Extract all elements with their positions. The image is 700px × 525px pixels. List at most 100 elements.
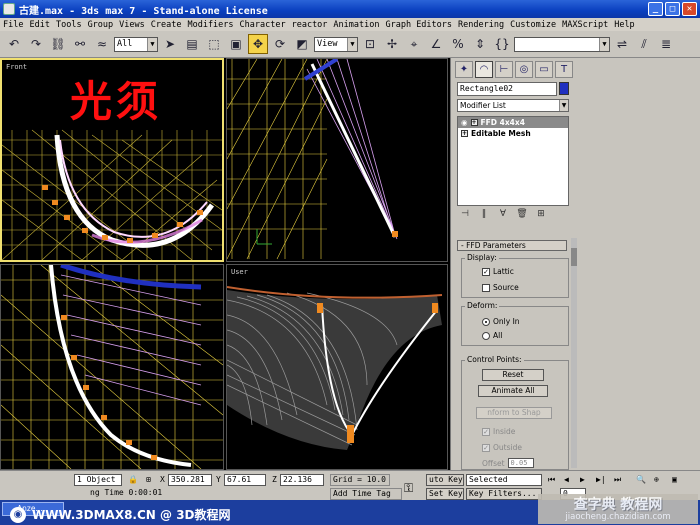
all-radio[interactable]: All	[482, 331, 502, 340]
animate-all-button[interactable]: Animate All	[478, 385, 548, 397]
maximize-button[interactable]: □	[665, 2, 680, 16]
pin-stack-icon[interactable]: ⊣	[457, 209, 473, 223]
prev-frame-icon[interactable]: ◀	[564, 475, 569, 484]
display-tab-icon[interactable]: ▭	[535, 61, 553, 78]
lock-selection-icon[interactable]: 🔒	[128, 475, 138, 484]
expand-icon[interactable]: +	[461, 130, 468, 137]
menu-tools[interactable]: Tools	[53, 20, 85, 30]
rect-selection-icon[interactable]: ⬚	[204, 34, 224, 54]
object-name-field[interactable]: Rectangle02	[457, 82, 557, 96]
viewport-top-right[interactable]	[226, 58, 448, 262]
menu-reactor[interactable]: reactor	[289, 20, 331, 30]
set-key-button[interactable]: Set Key	[426, 488, 464, 500]
zoom-icon[interactable]: 🔍	[636, 475, 646, 484]
offset-spinner[interactable]: Offset 0.05	[482, 458, 534, 468]
ffd-parameters-rollout[interactable]: - FFD Parameters	[457, 240, 567, 251]
create-tab-icon[interactable]: ✦	[455, 61, 473, 78]
menu-help[interactable]: Help	[611, 20, 637, 30]
key-mode-dropdown[interactable]: Selected	[466, 474, 542, 486]
zoom-extents-icon[interactable]: ▣	[672, 475, 677, 484]
percent-snap-icon[interactable]: %	[448, 34, 468, 54]
menu-edit[interactable]: Edit	[26, 20, 52, 30]
outside-check-icon[interactable]: ✓	[482, 443, 490, 452]
menu-rendering[interactable]: Rendering	[455, 20, 507, 30]
source-check-icon[interactable]	[482, 283, 490, 292]
abs-mode-icon[interactable]: ⊞	[146, 475, 151, 484]
menu-group[interactable]: Group	[85, 20, 117, 30]
lattice-check-icon[interactable]: ✓	[482, 267, 490, 276]
angle-snap-icon[interactable]: ∠	[426, 34, 446, 54]
x-coord-field[interactable]: 350.281	[168, 474, 212, 486]
next-frame-icon[interactable]: ▶|	[596, 475, 606, 484]
viewport-front[interactable]: Front 光须	[0, 58, 224, 262]
all-radio-icon[interactable]	[482, 331, 490, 340]
menu-modifiers[interactable]: Modifiers	[184, 20, 236, 30]
menu-graph-editors[interactable]: Graph Editors	[382, 20, 455, 30]
undo-icon[interactable]: ↶	[4, 34, 24, 54]
y-coord-field[interactable]: 67.61	[224, 474, 266, 486]
snap-3d-icon[interactable]: ⌖	[404, 34, 424, 54]
redo-icon[interactable]: ↷	[26, 34, 46, 54]
link-icon[interactable]: ⛓	[48, 34, 68, 54]
lattice-checkbox[interactable]: ✓ Lattic	[482, 267, 514, 276]
show-end-result-icon[interactable]: ‖	[476, 209, 492, 223]
viewport-bottom-left[interactable]	[0, 264, 224, 470]
window-crossing-icon[interactable]: ▣	[226, 34, 246, 54]
only-in-radio-icon[interactable]	[482, 317, 490, 326]
ref-coord-dropdown[interactable]: View ▼	[314, 36, 358, 52]
outside-checkbox[interactable]: ✓ Outside	[482, 443, 522, 452]
utilities-tab-icon[interactable]: T	[555, 61, 573, 78]
select-rotate-icon[interactable]: ⟳	[270, 34, 290, 54]
unlink-icon[interactable]: ⚯	[70, 34, 90, 54]
panel-scrollbar[interactable]	[571, 238, 577, 468]
auto-key-button[interactable]: uto Key	[426, 474, 464, 486]
remove-modifier-icon[interactable]: 🗑	[514, 209, 530, 223]
viewport-perspective[interactable]: User	[226, 264, 448, 470]
minimize-button[interactable]: _	[648, 2, 663, 16]
configure-sets-icon[interactable]: ⊞	[533, 209, 549, 223]
select-manipulate-icon[interactable]: ✢	[382, 34, 402, 54]
layer-manager-icon[interactable]: ≣	[656, 34, 676, 54]
source-checkbox[interactable]: Source	[482, 283, 519, 292]
modifier-list-dropdown[interactable]: Modifier List ▼	[457, 99, 569, 112]
named-selection-icon[interactable]: {}	[492, 34, 512, 54]
panel-scroll-thumb[interactable]	[571, 248, 577, 266]
goto-start-icon[interactable]: ⏮	[548, 475, 555, 485]
menu-character[interactable]: Character	[237, 20, 289, 30]
spinner-snap-icon[interactable]: ⇕	[470, 34, 490, 54]
key-filters-button[interactable]: Key Filters...	[466, 488, 542, 500]
menu-maxscript[interactable]: MAXScript	[559, 20, 611, 30]
menu-animation[interactable]: Animation	[330, 20, 382, 30]
light-bulb-icon[interactable]: ◉	[461, 117, 468, 128]
modify-tab-icon[interactable]: ◠	[475, 61, 493, 78]
conform-to-shape-button[interactable]: nform to Shap	[476, 407, 552, 419]
key-icon[interactable]: ⚿	[404, 481, 413, 496]
menu-customize[interactable]: Customize	[507, 20, 559, 30]
mirror-icon[interactable]: ⇌	[612, 34, 632, 54]
add-time-tag[interactable]: Add Time Tag	[330, 488, 402, 500]
align-icon[interactable]: ⫽	[634, 34, 654, 54]
only-in-radio[interactable]: Only In	[482, 317, 520, 326]
stack-item-editable-mesh[interactable]: + Editable Mesh	[458, 128, 568, 139]
hierarchy-tab-icon[interactable]: ⊢	[495, 61, 513, 78]
named-selection-dropdown[interactable]: ▼	[514, 36, 610, 52]
select-by-name-icon[interactable]: ▤	[182, 34, 202, 54]
close-button[interactable]: ✕	[682, 2, 697, 16]
app-icon[interactable]	[3, 3, 15, 15]
z-coord-field[interactable]: 22.136	[280, 474, 324, 486]
menu-create[interactable]: Create	[148, 20, 185, 30]
menu-file[interactable]: File	[0, 20, 26, 30]
select-scale-icon[interactable]: ◩	[292, 34, 312, 54]
reset-button[interactable]: Reset	[482, 369, 544, 381]
selection-filter-dropdown[interactable]: All ▼	[114, 36, 158, 52]
zoom-all-icon[interactable]: ⊕	[654, 475, 659, 484]
expand-icon[interactable]: +	[470, 119, 478, 126]
menu-views[interactable]: Views	[116, 20, 148, 30]
inside-checkbox[interactable]: ✓ Inside	[482, 427, 515, 436]
inside-check-icon[interactable]: ✓	[482, 427, 490, 436]
object-color-swatch[interactable]	[559, 82, 569, 95]
bind-spacewarp-icon[interactable]: ≈	[92, 34, 112, 54]
goto-end-icon[interactable]: ⏭	[614, 475, 621, 485]
motion-tab-icon[interactable]: ◎	[515, 61, 533, 78]
make-unique-icon[interactable]: ∀	[495, 209, 511, 223]
